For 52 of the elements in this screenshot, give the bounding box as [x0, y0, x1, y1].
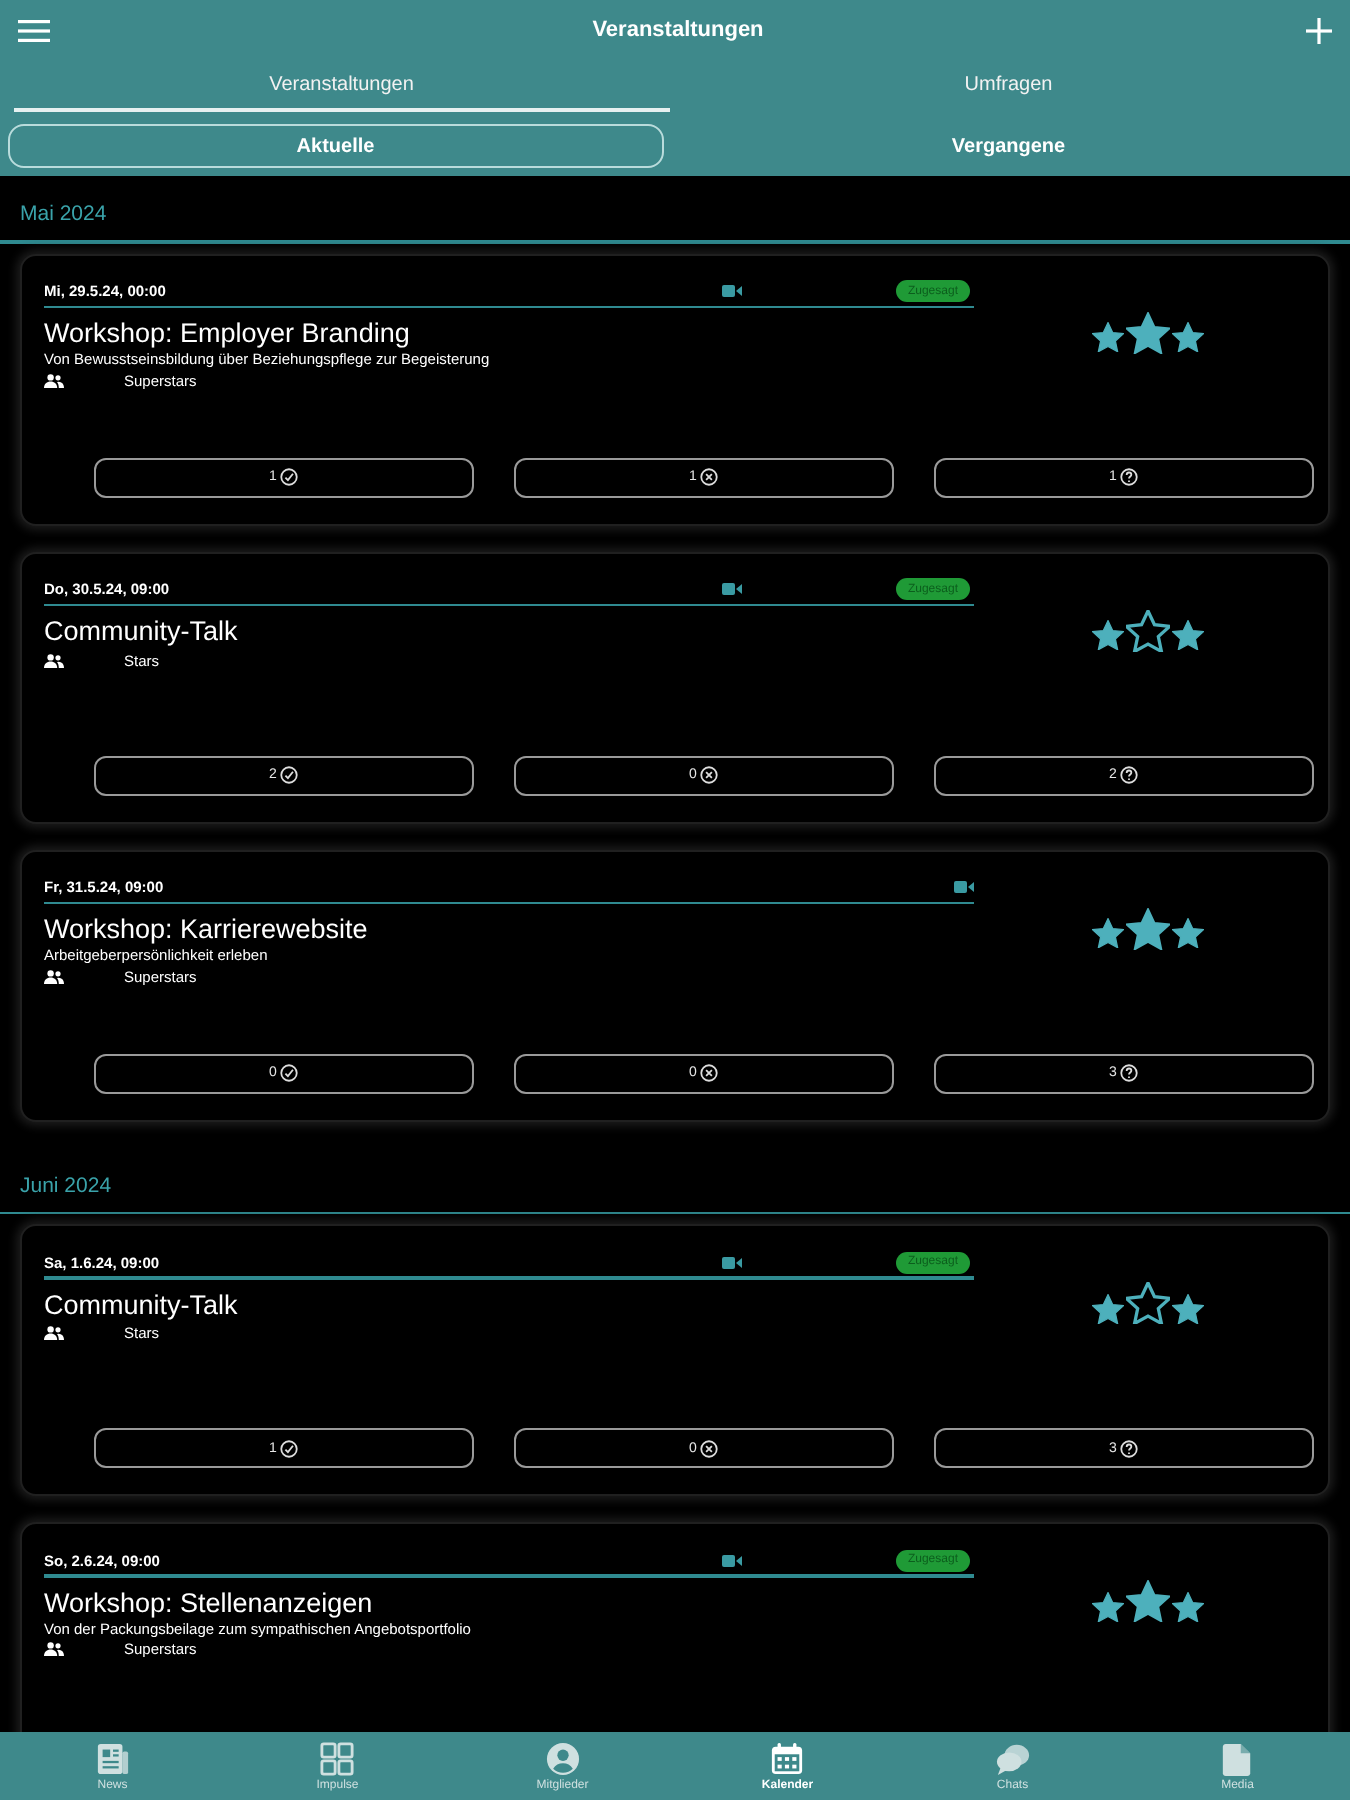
star-icon [1091, 1293, 1123, 1323]
event-title: Workshop: Stellenanzeigen [44, 1587, 375, 1619]
star-icon [1091, 1591, 1123, 1621]
event-title: Community-Talk [44, 1289, 240, 1321]
filter-tab[interactable]: Vergangene [675, 124, 1342, 168]
section-title: Mai 2024 [20, 202, 107, 226]
grid-icon [320, 1741, 355, 1775]
event-title: Workshop: Employer Branding [44, 318, 412, 350]
star-icon [1091, 918, 1123, 948]
question-circle-icon [1120, 1064, 1139, 1082]
app-title: Veranstaltungen [592, 18, 764, 42]
filter-tab[interactable]: Aktuelle [8, 124, 663, 168]
star-icon [1125, 311, 1169, 353]
star-icon [1125, 1282, 1169, 1324]
chat-bubbles-icon [995, 1741, 1030, 1775]
question-circle-icon [1120, 468, 1139, 486]
check-circle-icon [280, 1064, 299, 1082]
x-circle-icon [700, 468, 719, 486]
people-icon [44, 1326, 64, 1340]
tab[interactable]: Veranstaltungen [14, 60, 669, 112]
check-circle-icon [280, 1439, 299, 1457]
x-circle-icon [700, 766, 719, 784]
question-circle-icon [1120, 766, 1139, 784]
x-circle-icon [700, 1439, 719, 1457]
star-icon [1091, 620, 1123, 650]
menu-icon [18, 19, 50, 41]
people-icon [44, 1642, 64, 1656]
star-icon [1171, 322, 1203, 352]
star-icon [1171, 620, 1203, 650]
event-title: Workshop: Karrierewebsite [44, 914, 370, 946]
check-circle-icon [280, 766, 299, 784]
tab[interactable]: Umfragen [681, 60, 1336, 112]
x-circle-icon [700, 1064, 719, 1082]
document-icon [1220, 1741, 1255, 1775]
star-icon [1171, 918, 1203, 948]
calendar-icon [770, 1741, 805, 1775]
star-icon [1125, 907, 1169, 949]
question-circle-icon [1120, 1439, 1139, 1457]
star-icon [1091, 322, 1123, 352]
check-circle-icon [280, 468, 299, 486]
section-title: Juni 2024 [20, 1173, 112, 1197]
star-icon [1125, 1580, 1169, 1622]
people-icon [44, 969, 64, 983]
newspaper-icon [95, 1741, 130, 1775]
person-circle-icon [545, 1741, 580, 1775]
plus-icon [1305, 17, 1332, 43]
people-icon [44, 373, 64, 387]
star-icon [1171, 1591, 1203, 1621]
star-icon [1171, 1293, 1203, 1323]
people-icon [44, 653, 64, 667]
star-icon [1125, 609, 1169, 651]
event-title: Community-Talk [44, 616, 240, 648]
